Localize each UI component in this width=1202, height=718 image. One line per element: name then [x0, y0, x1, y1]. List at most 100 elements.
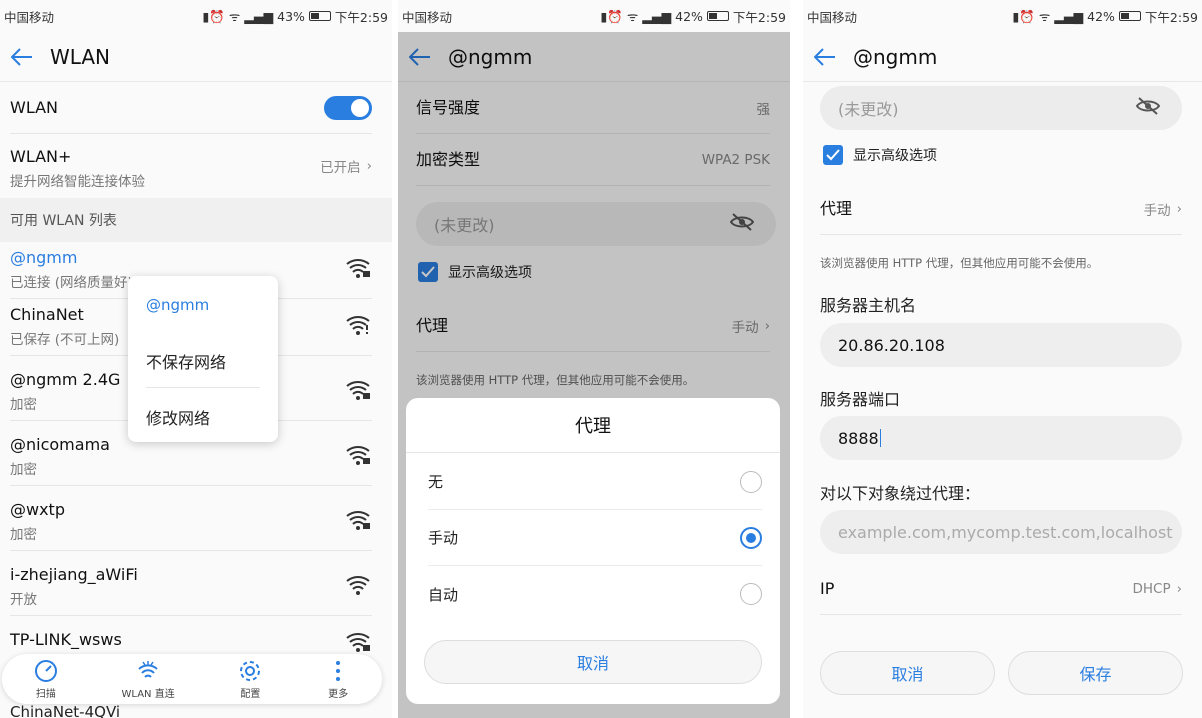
scan-icon: [34, 659, 57, 682]
wifi-lock-icon: [346, 379, 372, 405]
radio-button[interactable]: [740, 583, 762, 605]
advanced-options-checkbox[interactable]: 显示高级选项: [823, 145, 937, 165]
ip-row[interactable]: IP DHCP ›: [820, 563, 1182, 615]
wlan-toggle-row[interactable]: WLAN: [10, 82, 372, 134]
port-input[interactable]: 8888: [820, 416, 1182, 460]
ip-label: IP: [820, 579, 835, 598]
radio-button[interactable]: [740, 470, 762, 493]
proxy-option-manual[interactable]: 手动: [428, 510, 762, 566]
host-input[interactable]: 20.86.20.108: [820, 323, 1182, 367]
signal-icons: ▮⏰ ᯤ ▂▄▆: [1012, 8, 1084, 24]
scan-button[interactable]: 扫描: [34, 659, 58, 700]
status-bar: 中国移动 ▮⏰ ᯤ ▂▄▆ 43% 下午2:59: [0, 0, 392, 32]
battery-icon: [706, 11, 729, 21]
proxy-note: 该浏览器使用 HTTP 代理，但其他应用可能不会使用。: [820, 256, 1099, 270]
app-bar: @ngmm: [803, 32, 1202, 82]
battery-percent: 42%: [675, 8, 703, 24]
back-arrow-icon[interactable]: [803, 32, 847, 82]
password-input[interactable]: (未更改): [820, 86, 1182, 130]
ip-value: DHCP: [1132, 580, 1171, 597]
network-name: TP-LINK_wsws: [10, 630, 122, 649]
wifi-lock-icon: [346, 257, 372, 283]
bypass-label: 对以下对象绕过代理：: [820, 484, 981, 503]
host-label: 服务器主机名: [820, 296, 917, 315]
more-label: 更多: [328, 688, 349, 700]
network-item[interactable]: @wxtp 加密: [10, 494, 372, 551]
status-bar: 中国移动 ▮⏰ ᯤ ▂▄▆ 42% 下午2:59: [398, 0, 790, 32]
gear-icon: [240, 660, 261, 681]
dialog-divider: [406, 452, 780, 453]
wlan-plus-value: 已开启: [320, 160, 361, 176]
wifi-lock-icon: [346, 509, 372, 535]
forget-network-item[interactable]: 不保存网络: [146, 349, 226, 373]
option-label: 自动: [428, 585, 459, 604]
wlan-plus-row[interactable]: WLAN+ 提升网络智能连接体验 已开启 ›: [10, 134, 372, 198]
chevron-right-icon: ›: [1176, 200, 1182, 217]
proxy-row[interactable]: 代理 手动 ›: [820, 183, 1182, 235]
more-button[interactable]: 更多: [326, 659, 350, 700]
menu-title: @ngmm: [146, 296, 210, 314]
wlan-direct-icon: [138, 660, 158, 678]
config-label: 配置: [240, 688, 261, 700]
proxy-value: 手动: [1143, 202, 1171, 219]
page-title: WLAN: [50, 44, 111, 69]
proxy-dialog: 代理 无 手动 自动 取消: [406, 398, 780, 704]
option-label: 无: [428, 473, 444, 491]
wlan-direct-label: WLAN 直连: [121, 688, 175, 700]
wlan-direct-button[interactable]: WLAN 直连: [122, 659, 175, 700]
bypass-input[interactable]: example.com,mycomp.test.com,localhost: [820, 510, 1182, 554]
chevron-right-icon: ›: [366, 158, 372, 174]
battery-icon: [1118, 11, 1141, 21]
cancel-button[interactable]: 取消: [424, 640, 762, 684]
modify-network-item[interactable]: 修改网络: [146, 405, 210, 429]
scan-label: 扫描: [35, 688, 56, 700]
network-name: i-zhejiang_aWiFi: [10, 565, 138, 584]
back-arrow-icon[interactable]: [0, 32, 44, 82]
wlan-list-header: 可用 WLAN 列表: [0, 198, 392, 242]
battery-percent: 42%: [1087, 8, 1115, 24]
config-button[interactable]: 配置: [238, 659, 262, 700]
advanced-label: 显示高级选项: [853, 148, 937, 164]
carrier-label: 中国移动: [402, 9, 453, 25]
wlan-label: WLAN: [10, 98, 59, 117]
network-name: @ngmm: [10, 248, 78, 267]
app-bar: WLAN: [0, 32, 392, 82]
eye-off-icon[interactable]: [1135, 96, 1161, 120]
wifi-icon: [346, 574, 372, 600]
proxy-option-none[interactable]: 无: [428, 454, 762, 510]
menu-divider: [146, 387, 260, 388]
network-detail-screen: 中国移动 ▮⏰ ᯤ ▂▄▆ 42% 下午2:59 @ngmm 信号强度 强 加密…: [398, 0, 790, 718]
chevron-right-icon: ›: [1176, 580, 1182, 597]
wlan-switch[interactable]: [324, 95, 372, 120]
clock: 下午2:59: [334, 9, 388, 25]
carrier-label: 中国移动: [4, 9, 55, 25]
port-label: 服务器端口: [820, 390, 901, 409]
network-status: 开放: [10, 592, 37, 608]
text-caret: [879, 429, 882, 447]
status-bar: 中国移动 ▮⏰ ᯤ ▂▄▆ 42% 下午2:59: [803, 0, 1202, 32]
cancel-button[interactable]: 取消: [820, 651, 995, 695]
battery-percent: 43%: [277, 8, 305, 24]
wifi-warn-icon: [346, 314, 372, 340]
wifi-lock-icon: [346, 444, 372, 470]
dialog-title: 代理: [575, 416, 611, 437]
wlan-list-screen: 中国移动 ▮⏰ ᯤ ▂▄▆ 43% 下午2:59 WLAN WLAN WLAN+…: [0, 0, 392, 718]
option-label: 手动: [428, 529, 459, 547]
signal-icons: ▮⏰ ᯤ ▂▄▆: [600, 8, 672, 24]
save-button[interactable]: 保存: [1008, 651, 1183, 695]
radio-button-selected[interactable]: [740, 526, 762, 549]
checkmark-icon: [823, 145, 843, 165]
bottom-nav: 扫描 WLAN 直连 配置 更多: [2, 654, 382, 704]
clock: 下午2:59: [1144, 9, 1198, 25]
clock: 下午2:59: [732, 9, 786, 25]
proxy-option-auto[interactable]: 自动: [428, 566, 762, 622]
wlan-plus-sub: 提升网络智能连接体验: [10, 174, 145, 190]
wlan-plus-label: WLAN+: [10, 147, 72, 166]
signal-icons: ▮⏰ ᯤ ▂▄▆: [202, 8, 274, 24]
network-item[interactable]: i-zhejiang_aWiFi 开放: [10, 559, 372, 616]
network-status: 加密: [10, 527, 37, 543]
proxy-label: 代理: [820, 199, 853, 218]
more-dots-icon: [336, 660, 341, 681]
carrier-label: 中国移动: [807, 9, 858, 25]
network-context-menu: @ngmm 不保存网络 修改网络: [128, 276, 278, 442]
